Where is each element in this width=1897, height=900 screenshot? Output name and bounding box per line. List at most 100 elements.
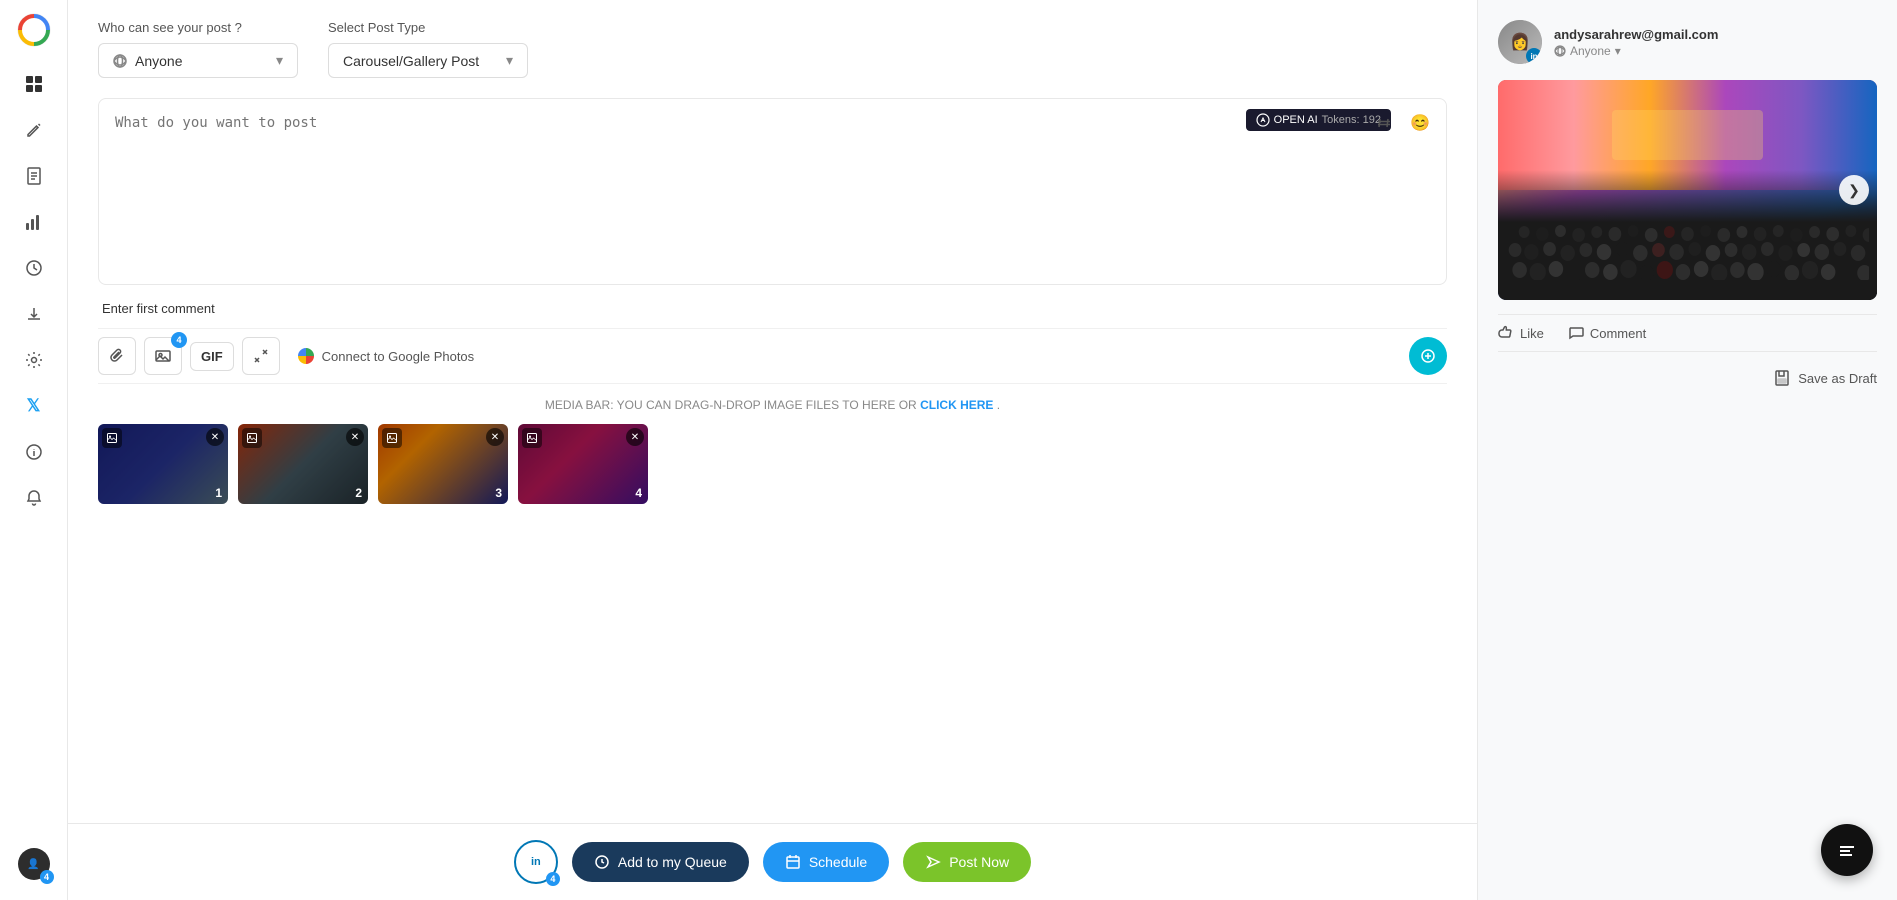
post-options-row: Who can see your post ? Anyone ▾ Select … [98,20,1447,78]
schedule-button[interactable]: Schedule [763,842,889,882]
thumb-icon-3 [382,428,402,448]
sidebar-item-info[interactable] [14,432,54,472]
media-bar-text: MEDIA BAR: YOU CAN DRAG-N-DROP IMAGE FIL… [545,398,917,412]
attachment-btn[interactable] [98,337,136,375]
post-type-chevron: ▾ [506,52,513,69]
post-type-dropdown[interactable]: Carousel/Gallery Post ▾ [328,43,528,78]
save-draft-icon [1774,370,1790,386]
comment-icon [1568,325,1584,341]
post-type-value: Carousel/Gallery Post [343,53,479,69]
stage-area [1612,110,1764,160]
preview-visibility-chevron: ▾ [1615,44,1621,58]
preview-email: andysarahrew@gmail.com [1554,27,1718,42]
like-icon [1498,325,1514,341]
media-bar-info: MEDIA BAR: YOU CAN DRAG-N-DROP IMAGE FIL… [98,398,1447,412]
comment-label: Comment [1590,326,1646,341]
preview-user-info: andysarahrew@gmail.com Anyone ▾ [1554,27,1718,58]
post-now-btn-label: Post Now [949,854,1009,870]
preview-header: 👩 in andysarahrew@gmail.com Anyone ▾ [1498,20,1877,64]
sidebar-item-download[interactable] [14,294,54,334]
hashtag-btn[interactable] [1370,109,1398,137]
sidebar-item-feed[interactable] [14,202,54,242]
sidebar-user-avatar[interactable]: 👤 4 [18,848,50,880]
preview-visibility-value: Anyone [1570,44,1611,58]
bottom-bar: in 4 Add to my Queue Schedule Post Now [68,823,1477,900]
visibility-icon [113,54,127,68]
sidebar-item-compose[interactable] [14,110,54,150]
preview-panel: 👩 in andysarahrew@gmail.com Anyone ▾ [1477,0,1897,900]
thumb-close-3[interactable]: ✕ [486,428,504,446]
thumb-close-2[interactable]: ✕ [346,428,364,446]
sidebar-item-document[interactable] [14,156,54,196]
preview-next-btn[interactable]: ❯ [1839,175,1869,205]
floating-chat-btn[interactable] [1821,824,1873,876]
editor-area: Who can see your post ? Anyone ▾ Select … [68,0,1477,823]
visibility-group: Who can see your post ? Anyone ▾ [98,20,298,78]
chevron-right-icon: ❯ [1848,182,1860,199]
audience-heads [1498,190,1877,280]
thumb-icon-1 [102,428,122,448]
google-photos-label: Connect to Google Photos [322,349,475,364]
add-to-queue-button[interactable]: Add to my Queue [572,842,749,882]
image-upload-btn[interactable]: 4 [144,337,182,375]
sidebar-item-clock[interactable] [14,248,54,288]
preview-inner: 👩 in andysarahrew@gmail.com Anyone ▾ [1478,0,1897,410]
sidebar: 𝕏 👤 4 [0,0,68,900]
linkedin-count-badge: 4 [546,872,560,886]
first-comment-label: Enter first comment [98,301,1447,316]
thumb-num-2: 2 [355,486,362,500]
thumbnail-3[interactable]: ✕ 3 [378,424,508,504]
media-toolbar: 4 GIF Connect to Google Photos [98,328,1447,384]
emoji-btn[interactable]: 😊 [1406,109,1434,137]
google-photos-icon [296,346,316,366]
preview-image-container: ❯ [1498,80,1877,300]
sidebar-item-settings[interactable] [14,340,54,380]
thumb-icon-4 [522,428,542,448]
post-now-button[interactable]: Post Now [903,842,1031,882]
openai-icon [1256,113,1270,127]
post-now-icon [925,854,941,870]
editor-toolbar: 😊 [1370,109,1434,137]
media-bar-dot: . [997,398,1000,412]
post-type-group: Select Post Type Carousel/Gallery Post ▾ [328,20,528,78]
thumbnail-2[interactable]: ✕ 2 [238,424,368,504]
thumb-close-1[interactable]: ✕ [206,428,224,446]
thumb-num-1: 1 [215,486,222,500]
preview-main-image [1498,80,1877,300]
thumb-num-3: 3 [495,486,502,500]
visibility-chevron: ▾ [276,52,283,69]
sidebar-item-bell[interactable] [14,478,54,518]
save-draft-btn[interactable]: Save as Draft [1498,366,1877,390]
sidebar-item-grid[interactable] [14,64,54,104]
openai-label: OPEN AI [1274,114,1318,126]
thumb-icon-2 [242,428,262,448]
thumbnail-1[interactable]: ✕ 1 [98,424,228,504]
chat-icon [1836,839,1858,861]
comment-btn[interactable]: Comment [1568,325,1646,341]
linkedin-badge-overlay: in [1526,48,1542,64]
resize-btn[interactable] [242,337,280,375]
post-textarea[interactable] [99,99,1446,279]
preview-avatar: 👩 in [1498,20,1542,64]
preview-actions: Like Comment [1498,314,1877,352]
like-btn[interactable]: Like [1498,325,1544,341]
app-logo[interactable] [16,12,52,48]
thumbnails-row: ✕ 1 ✕ 2 ✕ 3 [98,424,1447,504]
linkedin-account-indicator[interactable]: in 4 [514,840,558,884]
text-editor-container: OPEN AI Tokens: 192 😊 [98,98,1447,285]
schedule-btn-label: Schedule [809,854,867,870]
queue-btn-label: Add to my Queue [618,854,727,870]
sidebar-item-twitter[interactable]: 𝕏 [14,386,54,426]
like-label: Like [1520,326,1544,341]
thumb-num-4: 4 [635,486,642,500]
visibility-label: Who can see your post ? [98,20,298,35]
main-editor: Who can see your post ? Anyone ▾ Select … [68,0,1477,900]
visibility-dropdown[interactable]: Anyone ▾ [98,43,298,78]
thumbnail-4[interactable]: ✕ 4 [518,424,648,504]
queue-icon [594,854,610,870]
thumb-close-4[interactable]: ✕ [626,428,644,446]
click-here-link[interactable]: CLICK HERE [920,398,993,412]
google-photos-btn[interactable]: Connect to Google Photos [288,342,483,370]
circular-action-btn[interactable] [1409,337,1447,375]
gif-btn[interactable]: GIF [190,342,234,371]
